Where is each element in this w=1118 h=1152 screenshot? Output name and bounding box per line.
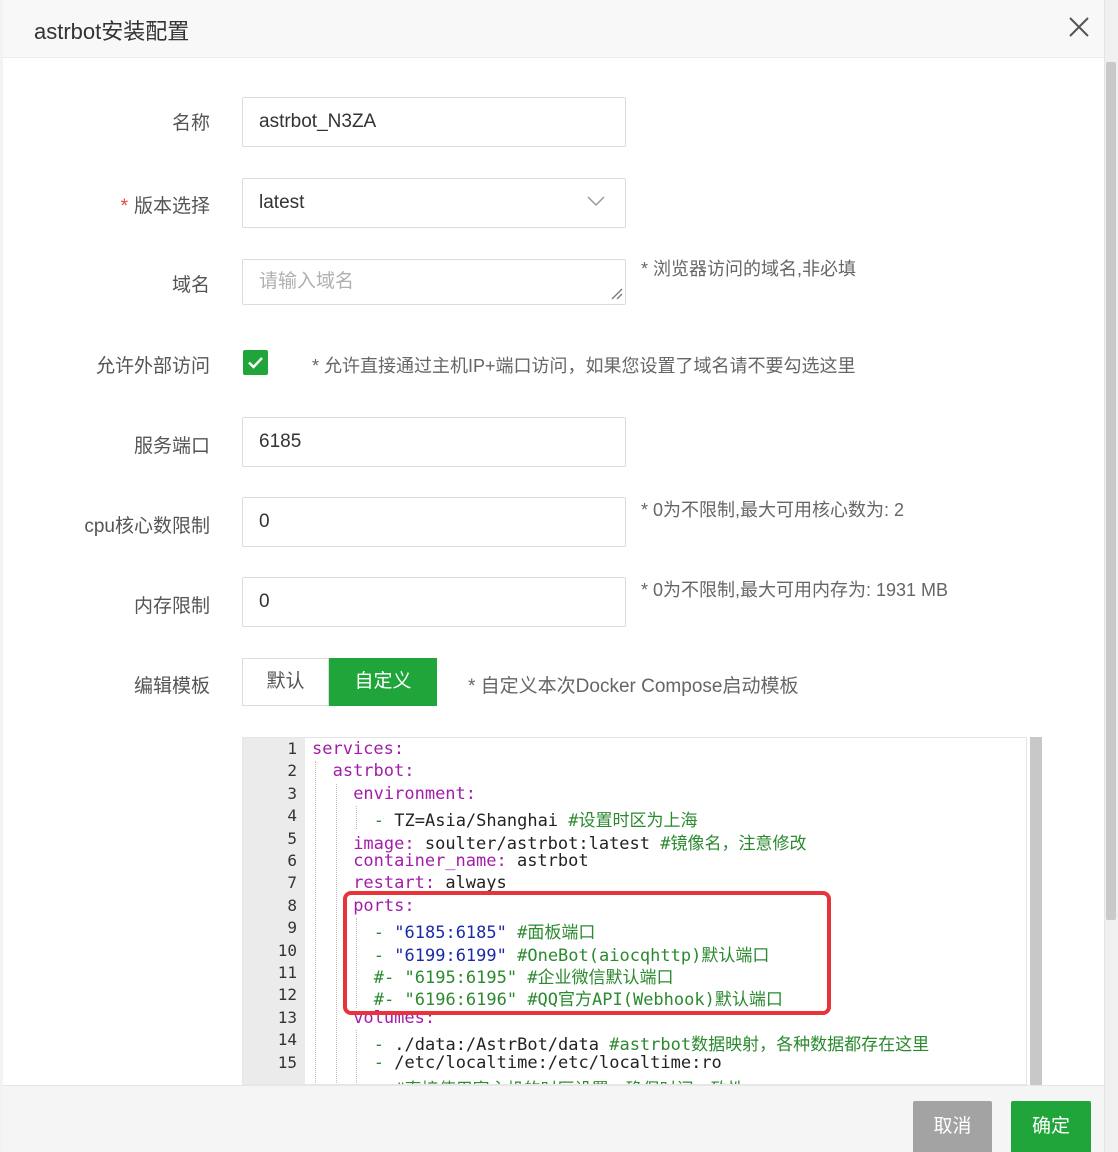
editor-scrollbar[interactable] xyxy=(1030,737,1042,1085)
code-line: services: xyxy=(312,739,404,759)
memory-limit-hint: * 0为不限制,最大可用内存为: 1931 MB xyxy=(641,580,949,600)
chevron-down-icon xyxy=(587,196,605,207)
domain-label: 域名 xyxy=(171,275,210,296)
service-port-label: 服务端口 xyxy=(133,436,210,457)
domain-input[interactable] xyxy=(242,259,626,305)
line-number: 14 xyxy=(277,1030,297,1050)
service-port-input[interactable] xyxy=(242,417,626,467)
code-line: environment: xyxy=(353,784,476,804)
name-input[interactable] xyxy=(242,97,626,147)
memory-limit-input[interactable] xyxy=(242,577,626,627)
template-default-button[interactable]: 默认 xyxy=(242,658,329,706)
confirm-button[interactable]: 确定 xyxy=(1011,1101,1091,1152)
cpu-limit-hint: * 0为不限制,最大可用核心数为: 2 xyxy=(641,500,905,520)
dialog-title: astrbot安装配置 xyxy=(34,19,190,44)
line-number: 15 xyxy=(277,1052,297,1072)
yaml-key: environment: xyxy=(353,783,477,804)
code-line: - ./data:/AstrBot/data #astrbot数据映射，各种数据… xyxy=(374,1030,929,1055)
indent-guide xyxy=(315,761,316,1084)
editor-gutter: 1 2 3 4 5 6 7 8 9 10 11 12 13 14 15 xyxy=(243,738,305,1084)
indent-guide xyxy=(335,783,337,1084)
line-number: 2 xyxy=(287,761,297,781)
code-line: #直接使用宿主机的时区设置，确保时间一致性 xyxy=(394,1075,744,1084)
install-config-dialog: astrbot安装配置 名称 *版本选择 latest 域名 * 浏览器访问的域… xyxy=(3,0,1104,1152)
line-number: 11 xyxy=(277,963,297,982)
yaml-key: astrbot: xyxy=(332,761,415,782)
yaml-value: /etc/localtime:/etc/localtime:ro xyxy=(394,1052,722,1073)
external-access-label: 允许外部访问 xyxy=(95,356,210,377)
yaml-key: services: xyxy=(312,739,405,759)
domain-hint: * 浏览器访问的域名,非必填 xyxy=(641,259,857,279)
line-number: 1 xyxy=(287,739,297,758)
code-line: image: soulter/astrbot:latest #镜像名，注意修改 xyxy=(353,829,806,854)
cancel-button[interactable]: 取消 xyxy=(913,1101,992,1152)
memory-limit-label: 内存限制 xyxy=(133,596,210,617)
code-dash: - xyxy=(373,1052,395,1073)
external-access-checkbox[interactable] xyxy=(243,350,268,375)
line-number: 6 xyxy=(287,851,297,870)
yaml-value: astrbot xyxy=(506,851,589,871)
checkmark-icon xyxy=(248,357,263,369)
line-number: 4 xyxy=(287,806,297,826)
code-line: - TZ=Asia/Shanghai #设置时区为上海 xyxy=(374,806,698,831)
template-label: 编辑模板 xyxy=(133,676,210,697)
indent-guide xyxy=(356,1030,358,1084)
line-number: 9 xyxy=(287,918,297,938)
cpu-limit-input[interactable] xyxy=(242,497,626,547)
external-access-hint: * 允许直接通过主机IP+端口访问，如果您设置了域名请不要勾选这里 xyxy=(312,356,856,376)
close-icon[interactable] xyxy=(1064,12,1094,42)
resize-handle-icon[interactable] xyxy=(609,286,623,300)
name-label: 名称 xyxy=(171,113,210,134)
code-line: container_name: astrbot xyxy=(353,851,588,871)
code-line: - /etc/localtime:/etc/localtime:ro xyxy=(374,1053,722,1073)
page-scrollbar-track[interactable] xyxy=(1104,0,1118,1152)
page-scrollbar-thumb[interactable] xyxy=(1106,62,1116,920)
version-label-text: 版本选择 xyxy=(133,196,210,217)
ports-highlight-box xyxy=(343,891,831,1015)
line-number: 8 xyxy=(287,895,297,915)
template-custom-button[interactable]: 自定义 xyxy=(329,658,437,706)
yaml-comment: #镜像名，注意修改 xyxy=(660,833,807,854)
version-label: * 版本选择 xyxy=(121,191,210,218)
template-hint: * 自定义本次Docker Compose启动模板 xyxy=(468,676,799,697)
version-select-value: latest xyxy=(259,192,305,213)
line-number: 5 xyxy=(287,828,297,848)
line-number: 3 xyxy=(287,783,297,803)
dialog-title-bar: astrbot安装配置 xyxy=(3,0,1104,58)
version-select[interactable]: latest xyxy=(242,178,626,228)
line-number: 12 xyxy=(277,985,297,1005)
line-number: 13 xyxy=(277,1007,297,1027)
line-number: 7 xyxy=(287,873,297,893)
required-mark: * xyxy=(120,196,128,217)
indent-guide xyxy=(356,806,358,829)
cpu-limit-label: cpu核心数限制 xyxy=(84,516,210,537)
code-line: astrbot: xyxy=(333,761,415,781)
line-number: 10 xyxy=(277,940,297,960)
yaml-key: container_name: xyxy=(353,851,507,871)
